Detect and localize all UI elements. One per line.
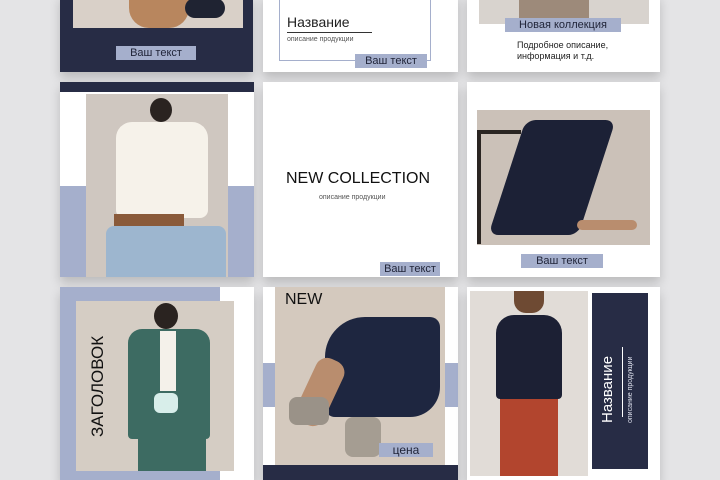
lavender-block-right	[444, 363, 458, 407]
photo-figure-belt	[114, 214, 184, 226]
tag-your-text: Ваш текст	[380, 262, 440, 276]
photo-figure-bag	[154, 393, 178, 413]
description-line: Подробное описание,	[517, 40, 609, 50]
tile-mid-right[interactable]: Ваш текст	[467, 82, 660, 277]
photo-top-left	[73, 0, 243, 28]
lavender-block-right	[227, 186, 254, 277]
tile-top-right[interactable]: Новая коллекция Подробное описание, инфо…	[467, 0, 660, 72]
subtitle: описание продукции	[319, 194, 386, 201]
tile-top-mid[interactable]: Название описание продукции Ваш текст	[263, 0, 458, 72]
tag-new-collection: Новая коллекция	[505, 18, 621, 32]
tag-your-text: Ваш текст	[355, 54, 427, 68]
title: NEW COLLECTION	[286, 170, 431, 187]
tile-mid-left[interactable]	[60, 82, 254, 277]
photo-navy-skirt	[275, 287, 445, 465]
tile-top-left[interactable]: Ваш текст	[60, 0, 253, 72]
navy-bar	[60, 82, 254, 92]
vertical-title: Название	[599, 355, 616, 423]
description-line: информация и т.д.	[517, 51, 595, 61]
photo-figure-boot	[345, 417, 381, 457]
tile-center[interactable]: NEW COLLECTION описание продукции Ваш те…	[263, 82, 458, 277]
vertical-subtitle: описание продукции	[627, 356, 634, 424]
photo-red-trousers	[470, 291, 588, 476]
title-divider	[622, 347, 623, 417]
tile-bottom-right[interactable]: Название описание продукции	[467, 287, 660, 480]
tag-price: цена	[379, 443, 433, 457]
tag-your-text: Ваш текст	[521, 254, 603, 268]
photo-figure-head	[514, 291, 544, 313]
photo-figure-trousers	[500, 399, 558, 476]
photo-figure-legs	[577, 220, 637, 230]
photo-figure	[129, 0, 189, 28]
photo-figure-arm	[185, 0, 225, 18]
title: NEW	[285, 291, 323, 308]
lavender-block-left	[263, 363, 275, 407]
navy-bar	[263, 465, 458, 480]
frame-box	[279, 0, 431, 61]
photo-figure-head	[150, 98, 172, 122]
vertical-title: ЗАГОЛОВОК	[88, 335, 107, 437]
photo-ruffle-blouse	[86, 94, 228, 277]
tag-your-text: Ваш текст	[116, 46, 196, 60]
photo-figure-shirt	[160, 331, 176, 391]
title-underline	[287, 32, 372, 33]
photo-figure-boot	[289, 397, 329, 425]
photo-figure-top	[496, 315, 562, 399]
photo-figure-trousers	[138, 439, 206, 471]
photo-figure-blouse	[116, 122, 208, 218]
photo-figure-head	[154, 303, 178, 329]
photo-polka-skirt	[477, 110, 650, 245]
subtitle: описание продукции	[287, 36, 354, 43]
photo-figure-jeans	[106, 226, 226, 277]
tile-bottom-mid[interactable]: NEW цена	[263, 287, 458, 480]
tile-bottom-left[interactable]: ЗАГОЛОВОК	[60, 287, 254, 480]
title: Название	[287, 14, 350, 30]
